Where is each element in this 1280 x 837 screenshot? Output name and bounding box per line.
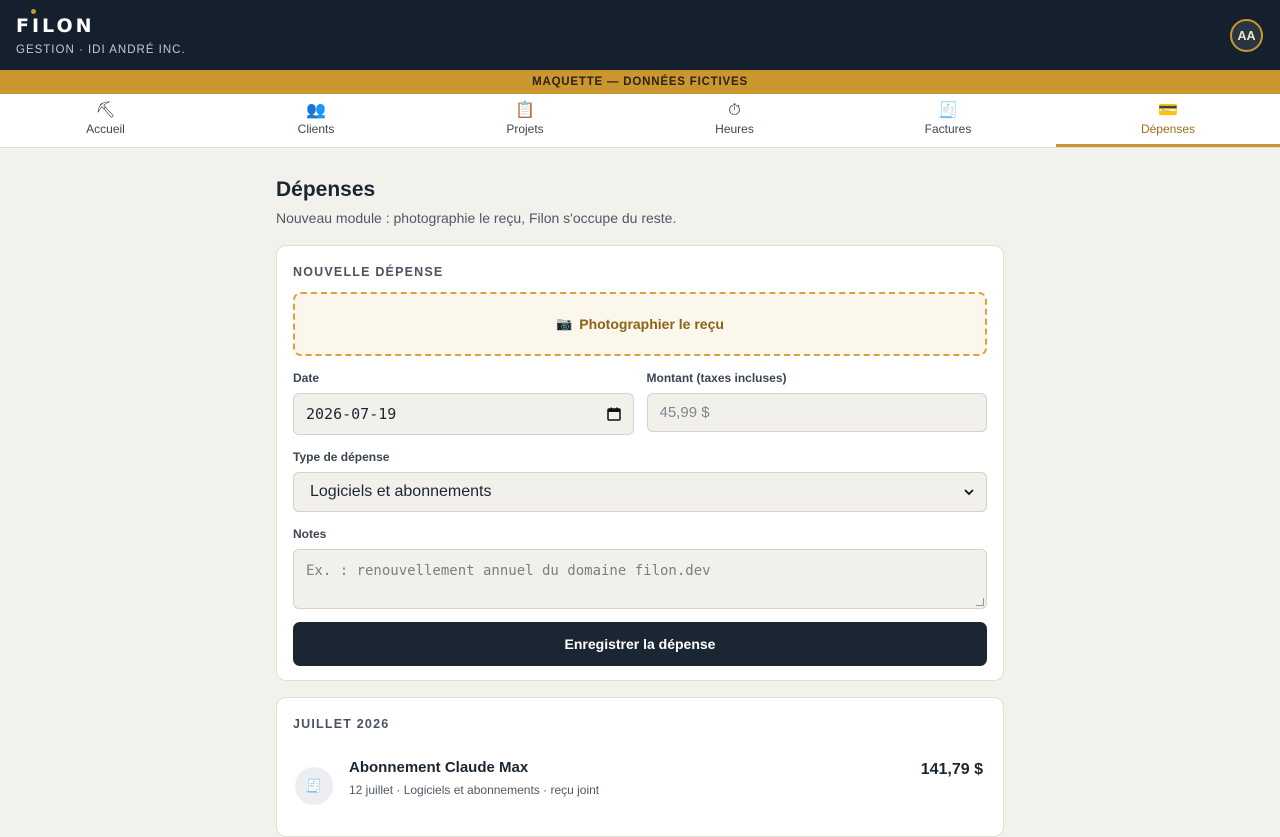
logo-dot <box>31 9 36 14</box>
nav-label: Clients <box>297 122 335 136</box>
photograph-receipt-label: Photographier le reçu <box>579 316 724 332</box>
stopwatch-icon: ⏱ <box>728 102 741 119</box>
main-content: Dépenses Nouveau module : photographie l… <box>276 148 1004 837</box>
nav-label: Accueil <box>86 122 125 136</box>
amount-field-wrapper <box>646 393 987 432</box>
notes-label: Notes <box>293 527 327 541</box>
notes-group: Notes Ex. : renouvellement annuel du dom… <box>293 527 987 609</box>
expense-name: Abonnement Claude Max <box>349 759 529 776</box>
date-group: Date <box>293 371 634 435</box>
receipt-icon: 🧾 <box>938 102 958 119</box>
expense-list-card: JUILLET 2026 🧾 Abonnement Claude Max 12 … <box>276 697 1004 837</box>
amount-group: Montant (taxes incluses) <box>646 371 987 435</box>
notes-placeholder: Ex. : renouvellement annuel du domaine f… <box>306 563 711 579</box>
nav-item-clients[interactable]: 👥 Clients <box>211 94 421 147</box>
expense-amount: 141,79 $ <box>920 761 983 778</box>
main-nav: ⛏ Accueil 👥 Clients 📋 Projets ⏱ Heures 🧾… <box>0 94 1280 148</box>
pickaxe-icon: ⛏ <box>95 102 116 119</box>
expense-meta: 12 juillet · Logiciels et abonnements · … <box>349 783 600 797</box>
notes-textarea[interactable]: Ex. : renouvellement annuel du domaine f… <box>293 549 987 609</box>
nav-item-factures[interactable]: 🧾 Factures <box>840 94 1056 147</box>
month-heading: JUILLET 2026 <box>293 717 390 731</box>
receipt-icon: 🧾 <box>295 767 333 805</box>
nav-item-heures[interactable]: ⏱ Heures <box>629 94 840 147</box>
list-item[interactable]: 🧾 Abonnement Claude Max 12 juillet · Log… <box>293 751 987 805</box>
nav-label: Heures <box>715 122 754 136</box>
nav-item-accueil[interactable]: ⛏ Accueil <box>0 94 211 147</box>
calendar-icon[interactable] <box>606 407 621 421</box>
date-field-wrapper <box>293 393 634 435</box>
expense-text: Abonnement Claude Max 12 juillet · Logic… <box>349 759 599 797</box>
date-amount-row: Date Montant (taxes incluses) <box>293 371 987 435</box>
top-bar: FILON GESTION · IDI ANDRÉ INC. AA <box>0 0 1280 70</box>
app-logo: FILON <box>16 9 186 40</box>
camera-icon: 📷 <box>556 316 573 331</box>
mockup-banner: MAQUETTE — DONNÉES FICTIVES <box>0 70 1280 94</box>
nav-label: Dépenses <box>1140 122 1196 136</box>
date-label: Date <box>293 371 320 385</box>
credit-card-icon: 💳 <box>1158 102 1178 119</box>
expense-type-value: Logiciels et abonnements <box>310 483 492 500</box>
user-avatar[interactable]: AA <box>1230 19 1263 52</box>
users-icon: 👥 <box>306 102 326 119</box>
expense-type-group: Type de dépense Logiciels et abonnements <box>293 450 987 512</box>
expense-type-label: Type de dépense <box>293 450 390 464</box>
resize-handle-icon[interactable] <box>976 598 984 606</box>
amount-input[interactable] <box>659 404 974 421</box>
logo-text: FILON <box>16 15 95 37</box>
new-expense-card: NOUVELLE DÉPENSE 📷 Photographier le reçu… <box>276 245 1004 681</box>
photograph-receipt-button[interactable]: 📷 Photographier le reçu <box>293 292 987 356</box>
nav-item-depenses[interactable]: 💳 Dépenses <box>1056 94 1280 147</box>
date-input[interactable] <box>306 405 607 423</box>
section-title: NOUVELLE DÉPENSE <box>293 265 444 279</box>
amount-label: Montant (taxes incluses) <box>646 371 787 385</box>
page-subtitle: Nouveau module : photographie le reçu, F… <box>276 210 677 226</box>
brand[interactable]: FILON GESTION · IDI ANDRÉ INC. <box>16 9 186 56</box>
nav-label: Factures <box>924 122 972 136</box>
chevron-down-icon <box>964 488 974 495</box>
nav-label: Projets <box>506 122 544 136</box>
page-title: Dépenses <box>276 178 376 201</box>
company-name: GESTION · IDI ANDRÉ INC. <box>16 44 186 56</box>
clipboard-icon: 📋 <box>515 102 535 119</box>
expense-type-select[interactable]: Logiciels et abonnements <box>293 472 987 512</box>
save-expense-button[interactable]: Enregistrer la dépense <box>293 622 987 666</box>
nav-item-projets[interactable]: 📋 Projets <box>421 94 629 147</box>
